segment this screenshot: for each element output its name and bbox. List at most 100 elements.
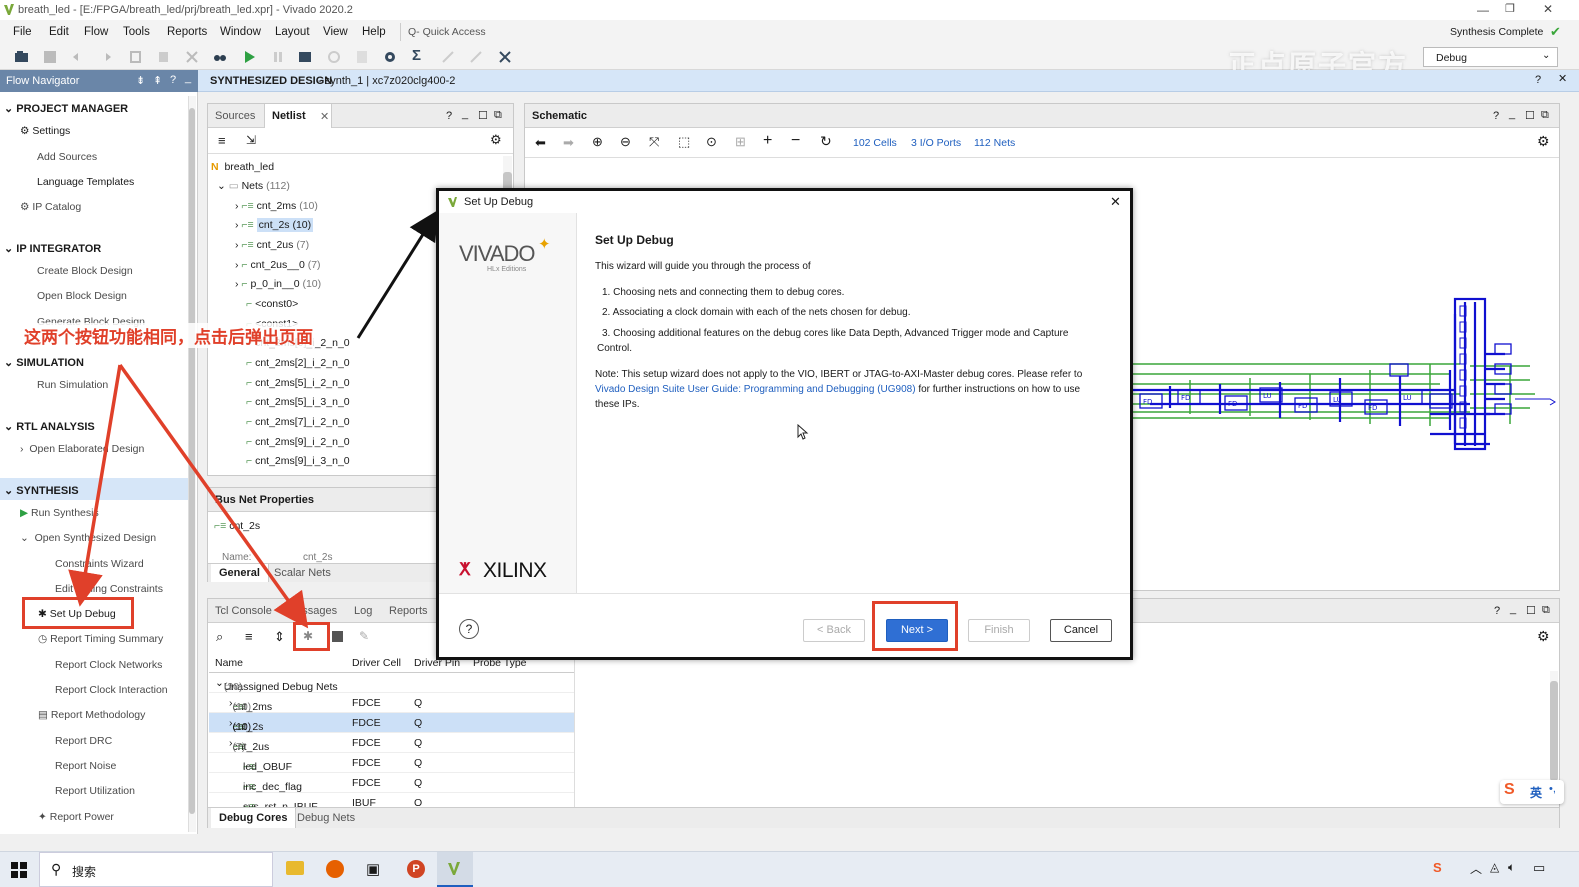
tab-log[interactable]: Log: [354, 605, 372, 617]
menu-layout[interactable]: Layout: [275, 26, 310, 38]
col-driver-cell[interactable]: Driver Cell: [352, 657, 401, 669]
tab-messages[interactable]: Messages: [287, 605, 337, 617]
chevron-up-icon[interactable]: ︿: [1470, 860, 1482, 877]
section-rtl-analysis[interactable]: ⌄ RTL ANALYSIS: [4, 420, 95, 433]
settings-ring-icon[interactable]: [326, 49, 342, 65]
net-bus-row[interactable]: › ⌐ cnt_2us__0 (7): [235, 259, 321, 271]
plus-icon[interactable]: +: [763, 132, 772, 150]
tool-icon[interactable]: [440, 49, 456, 65]
constraints-wizard-item[interactable]: Constraints Wizard: [55, 558, 144, 570]
zoom-in-icon[interactable]: ⊕: [592, 134, 603, 150]
net-leaf-row[interactable]: ⌐ <const0>: [246, 298, 298, 310]
layout-select[interactable]: Debug ⌄: [1423, 47, 1558, 67]
zoom-out-icon[interactable]: ⊖: [620, 134, 631, 150]
ime-indicator[interactable]: S 英 •,: [1500, 780, 1564, 804]
search-icon[interactable]: ⌕: [216, 629, 223, 645]
open-project-icon[interactable]: [14, 49, 30, 65]
net-leaf-row[interactable]: ⌐ cnt_2ms[5]_i_2_n_0: [246, 377, 350, 389]
menu-file[interactable]: File: [13, 26, 32, 38]
maximize-icon[interactable]: ☐: [478, 109, 488, 122]
run-icon[interactable]: [241, 49, 257, 65]
firefox-icon[interactable]: [326, 860, 344, 878]
nets-link[interactable]: 112 Nets: [974, 137, 1015, 149]
edit-timing-constraints-item[interactable]: Edit Timing Constraints: [55, 583, 163, 595]
menu-help[interactable]: Help: [362, 26, 386, 38]
report-drc-item[interactable]: Report DRC: [55, 735, 112, 747]
forward-icon[interactable]: ➡: [563, 135, 574, 151]
add-sources-item[interactable]: Add Sources: [37, 151, 97, 163]
tab-scalar-nets[interactable]: Scalar Nets: [274, 567, 331, 579]
powerpoint-icon[interactable]: P: [407, 860, 425, 878]
report-clock-interaction-item[interactable]: Report Clock Interaction: [55, 684, 168, 696]
refresh-icon[interactable]: ↻: [820, 133, 832, 150]
net-leaf-row[interactable]: ⌐ cnt_2ms[5]_i_3_n_0: [246, 396, 350, 408]
net-bus-row[interactable]: › ⌐ p_0_in__0 (10): [235, 278, 321, 290]
scope-icon[interactable]: ⇲: [246, 133, 256, 147]
net-leaf-row[interactable]: ⌐ cnt_2ms[2]_i_2_n_0: [246, 357, 350, 369]
table-row[interactable]: › ⌐≡ cnt_2ms (10) FDCE Q: [209, 693, 574, 713]
delete-icon[interactable]: [184, 49, 200, 65]
gear-icon[interactable]: ⚙: [490, 132, 502, 148]
minimize-icon[interactable]: _: [1510, 603, 1516, 615]
close-icon[interactable]: ✕: [320, 110, 329, 123]
taskbar-search[interactable]: ⚲ 搜索: [39, 852, 273, 887]
collapse-all-icon[interactable]: ≡: [245, 629, 253, 644]
vivado-taskbar-item[interactable]: [437, 852, 473, 887]
minimize-button[interactable]: —: [1477, 3, 1489, 17]
table-row-selected[interactable]: › ⌐≡ cnt_2s (10) FDCE Q: [209, 713, 574, 733]
select-icon[interactable]: ⊙: [706, 134, 717, 150]
report-clock-networks-item[interactable]: Report Clock Networks: [55, 659, 162, 671]
cancel-button[interactable]: Cancel: [1050, 619, 1112, 642]
collapse-all-icon[interactable]: ≡: [218, 133, 226, 148]
help-icon[interactable]: ?: [1493, 110, 1499, 122]
expand-cell-icon[interactable]: ⊞: [735, 134, 746, 150]
report-noise-item[interactable]: Report Noise: [55, 760, 116, 772]
open-block-design-item[interactable]: Open Block Design: [37, 290, 127, 302]
sigma-icon[interactable]: Σ: [412, 47, 421, 64]
menu-edit[interactable]: Edit: [49, 26, 69, 38]
maximize-icon[interactable]: ☐: [1526, 604, 1536, 617]
help-icon[interactable]: ?: [459, 619, 479, 639]
tab-netlist[interactable]: Netlist ✕: [264, 104, 332, 128]
paste-icon[interactable]: [156, 49, 172, 65]
app-icon[interactable]: ▣: [366, 860, 380, 878]
float-icon[interactable]: ⧉: [1542, 604, 1550, 617]
sogou-tray-icon[interactable]: S: [1433, 860, 1442, 875]
zoom-area-icon[interactable]: ⬚: [678, 134, 690, 150]
minimize-icon[interactable]: _: [462, 108, 468, 120]
section-ip-integrator[interactable]: ⌄ IP INTEGRATOR: [4, 242, 101, 255]
stop-icon[interactable]: [332, 631, 343, 642]
menu-window[interactable]: Window: [220, 26, 261, 38]
settings-item[interactable]: ⚙ Settings: [20, 125, 70, 137]
net-bus-row-selected[interactable]: › ⌐≡ cnt_2s (10): [235, 218, 314, 232]
run-synthesis-item[interactable]: ▶ Run Synthesis: [20, 507, 99, 519]
fit-icon[interactable]: ⤧: [649, 134, 659, 150]
finish-button[interactable]: Finish: [968, 619, 1030, 642]
cross-tool-icon[interactable]: [497, 49, 513, 65]
expand-all-icon[interactable]: ⇞: [153, 74, 162, 87]
table-row[interactable]: › ⌐≡ cnt_2us (7) FDCE Q: [209, 733, 574, 753]
menu-tools[interactable]: Tools: [123, 26, 150, 38]
notification-icon[interactable]: ▭: [1533, 860, 1545, 876]
help-icon[interactable]: ?: [170, 74, 176, 86]
create-block-design-item[interactable]: Create Block Design: [37, 265, 133, 277]
table-row[interactable]: ⌐≡ inc_dec_flag FDCE Q: [209, 773, 574, 793]
redo-icon[interactable]: [98, 49, 114, 65]
tab-sources[interactable]: Sources: [215, 110, 255, 122]
network-icon[interactable]: ◬: [1490, 860, 1499, 874]
net-bus-row[interactable]: › ⌐≡ cnt_2us (7): [235, 239, 309, 251]
volume-icon[interactable]: 🔈︎: [1508, 860, 1515, 875]
quick-access-input[interactable]: Q- Quick Access: [408, 26, 486, 38]
edit-icon[interactable]: ✎: [359, 629, 369, 643]
schematic-title[interactable]: Schematic: [532, 110, 587, 122]
report-timing-summary-item[interactable]: ◷ Report Timing Summary: [38, 633, 163, 645]
cells-link[interactable]: 102 Cells: [853, 137, 897, 149]
report-power-item[interactable]: ✦ Report Power: [38, 811, 114, 823]
edit-icon[interactable]: [468, 49, 484, 65]
ports-link[interactable]: 3 I/O Ports: [911, 137, 961, 149]
net-leaf-row[interactable]: ⌐ cnt_2ms[9]_i_2_n_0: [246, 436, 350, 448]
copy-icon[interactable]: [128, 49, 144, 65]
section-simulation[interactable]: ⌄ SIMULATION: [4, 356, 84, 369]
open-synthesized-design-item[interactable]: ⌄ Open Synthesized Design: [20, 532, 156, 544]
gear-icon[interactable]: ⚙: [1537, 133, 1550, 150]
